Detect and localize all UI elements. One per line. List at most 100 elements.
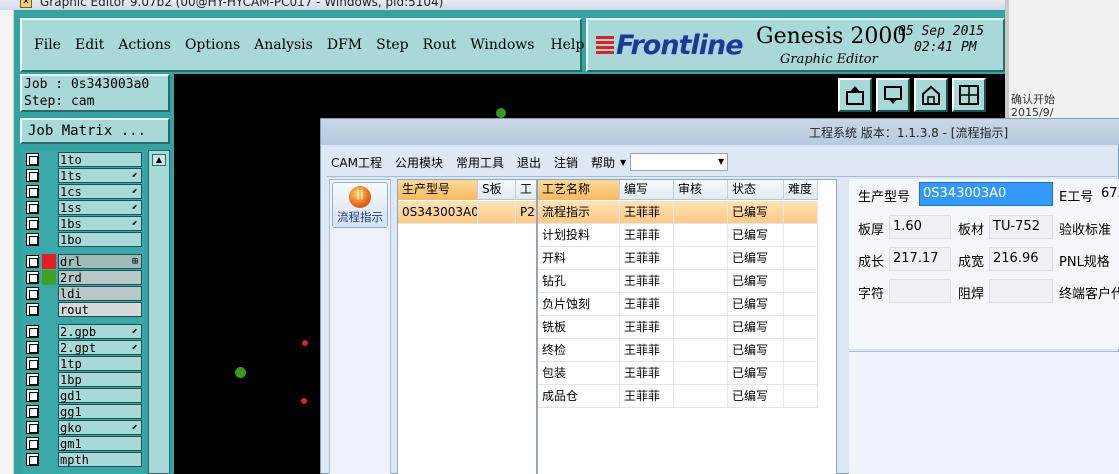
layer-color-swatch[interactable] — [42, 436, 56, 451]
column-header[interactable]: 编写 — [620, 180, 674, 200]
layer-name[interactable]: 1bp — [58, 372, 142, 387]
layer-row[interactable]: 1bo — [24, 232, 142, 247]
menu-file[interactable]: File — [34, 37, 61, 53]
mask-field[interactable] — [989, 279, 1053, 303]
menu-actions[interactable]: Actions — [118, 37, 171, 53]
layer-name[interactable]: 1cs ⬋ — [58, 184, 142, 199]
layer-row[interactable]: 1ts ⬋ — [24, 168, 142, 183]
layer-checkbox[interactable] — [26, 437, 39, 450]
layer-row[interactable]: 1to — [24, 152, 142, 167]
layer-checkbox[interactable] — [26, 185, 39, 198]
menu-exit[interactable]: 退出 — [517, 154, 541, 171]
layer-name[interactable]: 1bo — [58, 232, 142, 247]
layer-row[interactable]: 1bp — [24, 372, 142, 387]
layer-row[interactable]: mpth — [24, 452, 142, 467]
column-header[interactable]: S板 — [478, 180, 516, 200]
layer-checkbox[interactable] — [26, 303, 39, 316]
layer-row[interactable]: 1bs ⬋ — [24, 216, 142, 231]
layer-name[interactable]: 2.gpt ⬋ — [58, 340, 142, 355]
layer-name[interactable]: 1ts ⬋ — [58, 168, 142, 183]
layer-name[interactable]: 1to — [58, 152, 142, 167]
layer-checkbox[interactable] — [26, 341, 39, 354]
layer-row[interactable]: gm1 — [24, 436, 142, 451]
layer-row[interactable]: 1cs ⬋ — [24, 184, 142, 199]
layer-color-swatch[interactable] — [42, 152, 56, 167]
table-row[interactable]: 流程指示 王菲菲 已编写 — [538, 201, 818, 224]
menu-edit[interactable]: Edit — [75, 37, 104, 53]
table-row[interactable]: 终检 王菲菲 已编写 — [538, 339, 818, 362]
menu-help-cn[interactable]: 帮助 — [591, 154, 615, 171]
layer-row[interactable]: 1tp — [24, 356, 142, 371]
layer-checkbox[interactable] — [26, 421, 39, 434]
layer-color-swatch[interactable] — [42, 286, 56, 301]
layer-checkbox[interactable] — [26, 271, 39, 284]
layer-checkbox[interactable] — [26, 325, 39, 338]
table-row[interactable]: 0S343003A0 P2 — [398, 201, 536, 224]
layer-row[interactable]: gd1 — [24, 388, 142, 403]
layer-color-swatch[interactable] — [42, 302, 56, 317]
menu-step[interactable]: Step — [376, 37, 408, 53]
layer-color-swatch[interactable] — [42, 340, 56, 355]
column-header[interactable]: 工 — [516, 180, 536, 200]
layer-color-swatch[interactable] — [42, 404, 56, 419]
layer-checkbox[interactable] — [26, 373, 39, 386]
menu-logout[interactable]: 注销 — [554, 154, 578, 171]
menu-help[interactable]: Help — [550, 37, 584, 53]
layer-color-swatch[interactable] — [42, 356, 56, 371]
layer-checkbox[interactable] — [26, 287, 39, 300]
menu-options[interactable]: Options — [185, 37, 240, 53]
table-row[interactable]: 包装 王菲菲 已编写 — [538, 362, 818, 385]
column-header[interactable]: 工艺名称 — [538, 180, 620, 200]
column-header[interactable]: 生产型号 — [398, 180, 478, 200]
material-field[interactable]: TU-752 — [989, 215, 1053, 239]
char-field[interactable] — [889, 279, 951, 303]
layer-name[interactable]: 1bs ⬋ — [58, 216, 142, 231]
layer-color-swatch[interactable] — [42, 372, 56, 387]
table-row[interactable]: 铣板 王菲菲 已编写 — [538, 316, 818, 339]
layer-checkbox[interactable] — [26, 233, 39, 246]
layer-checkbox[interactable] — [26, 389, 39, 402]
layer-name[interactable]: gg1 — [58, 404, 142, 419]
layer-checkbox[interactable] — [26, 169, 39, 182]
layer-checkbox[interactable] — [26, 405, 39, 418]
layer-name[interactable]: rout — [58, 302, 142, 317]
table-row[interactable]: 成品仓 王菲菲 已编写 — [538, 385, 818, 408]
grid-view-button[interactable] — [952, 78, 986, 112]
table-row[interactable]: 负片蚀刻 王菲菲 已编写 — [538, 293, 818, 316]
layer-row[interactable]: 2.gpb ⬋ — [24, 324, 142, 339]
zoom-back-button[interactable] — [876, 78, 910, 112]
layer-name[interactable]: 1tp — [58, 356, 142, 371]
flow-instruction-button[interactable]: 流程指示 — [332, 182, 388, 228]
menu-cam-project[interactable]: CAM工程 — [331, 154, 382, 171]
layer-color-swatch[interactable] — [42, 216, 56, 231]
layer-row[interactable]: ldi — [24, 286, 142, 301]
scroll-up-icon[interactable]: ▲ — [152, 154, 166, 166]
thickness-field[interactable]: 1.60 — [889, 215, 951, 239]
layer-name[interactable]: 1ss ⬋ — [58, 200, 142, 215]
layer-color-swatch[interactable] — [42, 184, 56, 199]
column-header[interactable]: 状态 — [728, 180, 784, 200]
menu-rout[interactable]: Rout — [423, 37, 457, 53]
layer-color-swatch[interactable] — [42, 452, 56, 467]
layer-checkbox[interactable] — [26, 357, 39, 370]
width-field[interactable]: 216.96 — [989, 247, 1053, 271]
layer-name[interactable]: gko ⬋ — [58, 420, 142, 435]
layer-name[interactable]: ldi — [58, 286, 142, 301]
layer-row[interactable]: gg1 — [24, 404, 142, 419]
layer-scrollbar[interactable]: ▲ — [148, 150, 170, 474]
layer-row[interactable]: 2rd — [24, 270, 142, 285]
length-field[interactable]: 217.17 — [889, 247, 951, 271]
table-row[interactable]: 开料 王菲菲 已编写 — [538, 247, 818, 270]
table-row[interactable]: 计划投料 王菲菲 已编写 — [538, 224, 818, 247]
menu-windows[interactable]: Windows — [470, 37, 534, 53]
layer-color-swatch[interactable] — [42, 388, 56, 403]
layer-checkbox[interactable] — [26, 217, 39, 230]
column-header[interactable]: 审核 — [674, 180, 728, 200]
menu-common-tools[interactable]: 常用工具 — [456, 154, 504, 171]
layer-color-swatch[interactable] — [42, 420, 56, 435]
column-header[interactable]: 难度 — [784, 180, 818, 200]
layer-checkbox[interactable] — [26, 453, 39, 466]
home-view-button[interactable] — [914, 78, 948, 112]
menu-public-modules[interactable]: 公用模块 — [395, 154, 443, 171]
table-row[interactable]: 钻孔 王菲菲 已编写 — [538, 270, 818, 293]
